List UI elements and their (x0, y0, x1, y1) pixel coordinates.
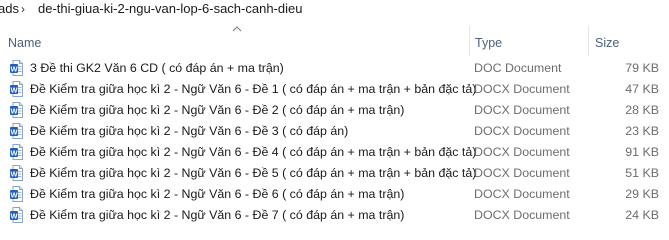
svg-text:W: W (10, 127, 18, 136)
svg-text:W: W (10, 211, 18, 220)
file-type: DOCX Document (474, 187, 570, 201)
word-docx-icon: W (10, 123, 23, 139)
breadcrumb-separator-icon[interactable]: › (21, 0, 25, 18)
file-row[interactable]: W Đề Kiểm tra giữa học kì 2 - Ngữ Văn 6 … (0, 142, 669, 163)
file-type: DOCX Document (474, 82, 570, 96)
breadcrumb: ads › de-thi-giua-ki-2-ngu-van-lop-6-sac… (0, 0, 669, 22)
file-row[interactable]: W Đề Kiểm tra giữa học kì 2 - Ngữ Văn 6 … (0, 79, 669, 100)
word-docx-icon: W (10, 165, 23, 181)
word-docx-icon: W (10, 144, 23, 160)
file-name: Đề Kiểm tra giữa học kì 2 - Ngữ Văn 6 - … (30, 187, 405, 201)
column-header-type[interactable]: Type (470, 24, 588, 56)
word-docx-icon: W (10, 186, 23, 202)
word-docx-icon: W (10, 102, 23, 118)
svg-text:W: W (10, 64, 18, 73)
file-name: Đề Kiểm tra giữa học kì 2 - Ngữ Văn 6 - … (30, 103, 405, 117)
file-row[interactable]: W Đề Kiểm tra giữa học kì 2 - Ngữ Văn 6 … (0, 205, 669, 226)
column-header-name[interactable]: Name (0, 24, 470, 56)
file-size: 91 KB (625, 145, 659, 159)
file-size: 28 KB (625, 103, 659, 117)
svg-text:W: W (10, 106, 18, 115)
word-docx-icon: W (10, 81, 23, 97)
file-name: Đề Kiểm tra giữa học kì 2 - Ngữ Văn 6 - … (30, 124, 349, 138)
file-name: 3 Đề thi GK2 Văn 6 CD ( có đáp án + ma t… (30, 61, 284, 75)
file-row[interactable]: W Đề Kiểm tra giữa học kì 2 - Ngữ Văn 6 … (0, 100, 669, 121)
file-size: 23 KB (625, 124, 659, 138)
svg-text:W: W (10, 85, 18, 94)
file-type: DOCX Document (474, 103, 570, 117)
file-name: Đề Kiểm tra giữa học kì 2 - Ngữ Văn 6 - … (30, 82, 477, 96)
breadcrumb-item-previous[interactable]: ads (0, 0, 19, 18)
column-header-type-label: Type (475, 36, 503, 50)
word-doc-icon: W (10, 60, 23, 76)
file-size: 29 KB (625, 187, 659, 201)
file-name: Đề Kiểm tra giữa học kì 2 - Ngữ Văn 6 - … (30, 145, 477, 159)
file-size: 51 KB (625, 166, 659, 180)
file-row[interactable]: W Đề Kiểm tra giữa học kì 2 - Ngữ Văn 6 … (0, 163, 669, 184)
file-type: DOCX Document (474, 145, 570, 159)
svg-text:W: W (10, 148, 18, 157)
file-type: DOCX Document (474, 124, 570, 138)
file-type: DOCX Document (474, 166, 570, 180)
file-size: 47 KB (625, 82, 659, 96)
breadcrumb-item-current[interactable]: de-thi-giua-ki-2-ngu-van-lop-6-sach-canh… (38, 0, 302, 18)
file-type: DOCX Document (474, 208, 570, 222)
svg-text:W: W (10, 169, 18, 178)
svg-text:W: W (10, 190, 18, 199)
column-header-name-label: Name (8, 36, 42, 50)
file-row[interactable]: W Đề Kiểm tra giữa học kì 2 - Ngữ Văn 6 … (0, 184, 669, 205)
file-size: 24 KB (625, 208, 659, 222)
file-type: DOC Document (474, 61, 562, 75)
column-header-size[interactable]: Size (589, 24, 669, 56)
column-header-row: Name Type Size (0, 24, 669, 56)
file-name: Đề Kiểm tra giữa học kì 2 - Ngữ Văn 6 - … (30, 208, 405, 222)
column-header-size-label: Size (595, 36, 620, 50)
word-docx-icon: W (10, 207, 23, 223)
file-row[interactable]: W 3 Đề thi GK2 Văn 6 CD ( có đáp án + ma… (0, 58, 669, 79)
file-name: Đề Kiểm tra giữa học kì 2 - Ngữ Văn 6 - … (30, 166, 477, 180)
file-size: 79 KB (625, 61, 659, 75)
file-row[interactable]: W Đề Kiểm tra giữa học kì 2 - Ngữ Văn 6 … (0, 121, 669, 142)
